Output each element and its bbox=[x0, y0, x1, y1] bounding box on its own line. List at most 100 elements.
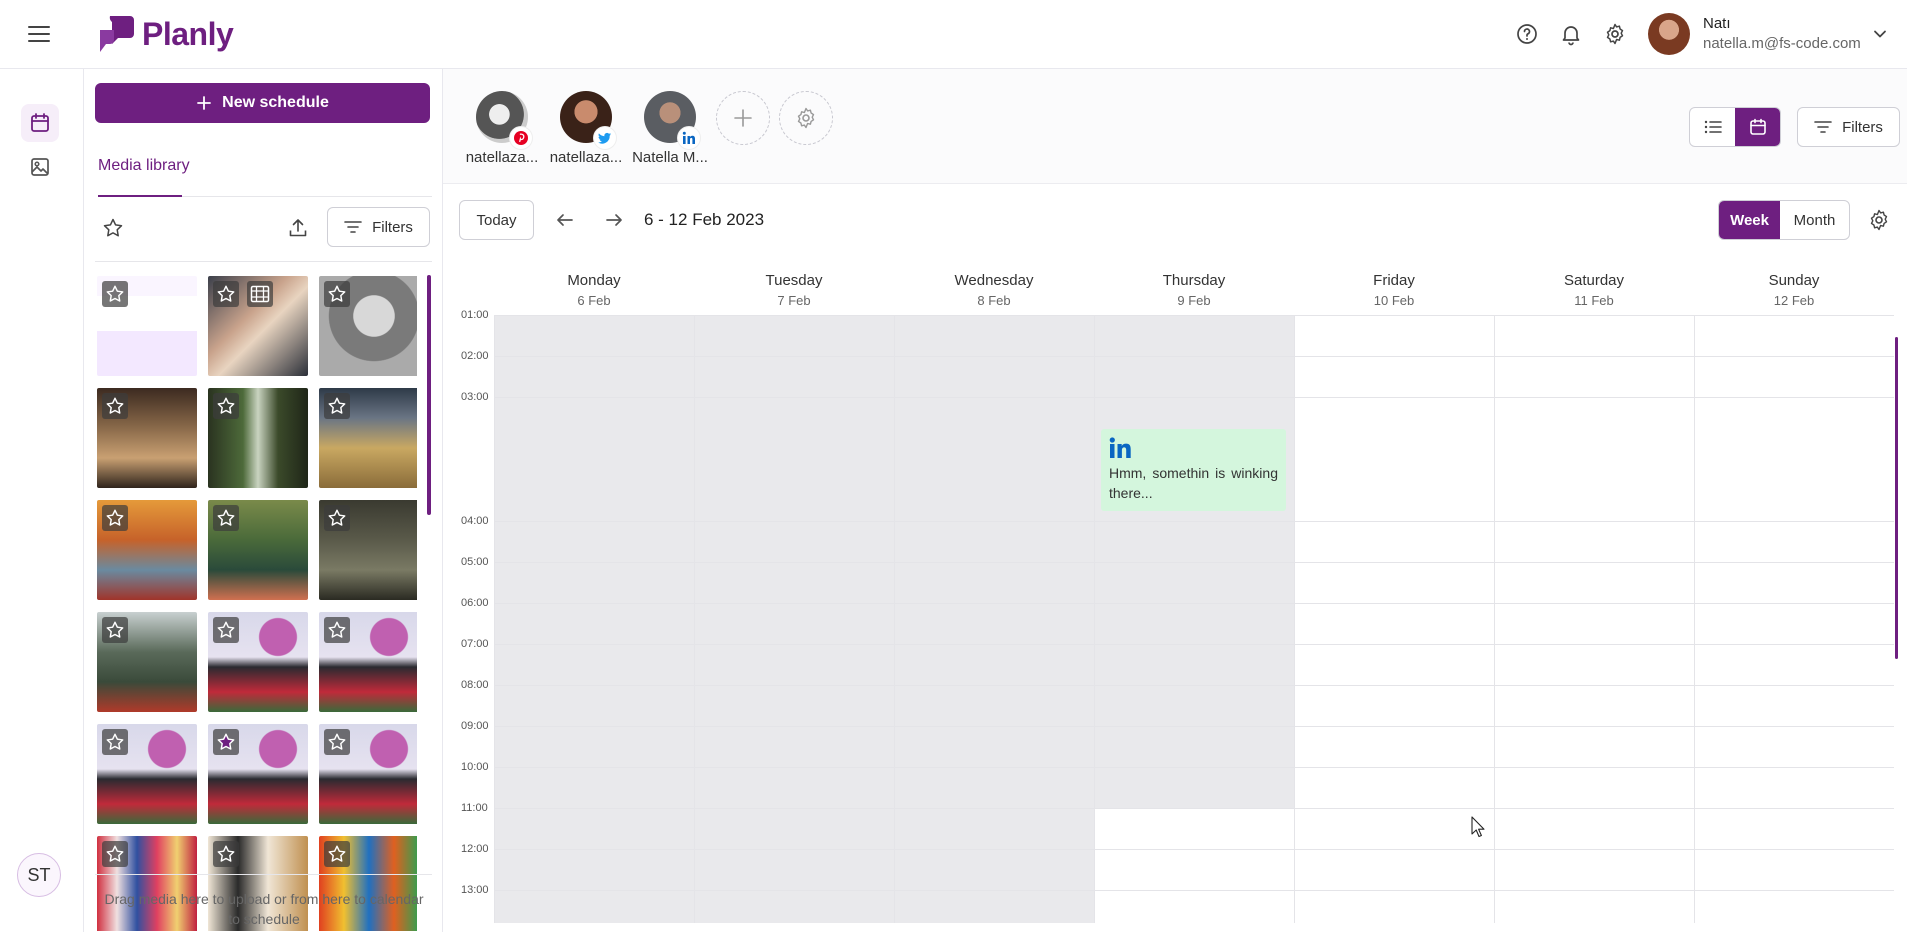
calendar-filters-button[interactable]: Filters bbox=[1797, 107, 1900, 147]
hour-label: 12:00 bbox=[461, 843, 489, 855]
add-account-button[interactable] bbox=[716, 91, 770, 145]
pinterest-icon bbox=[510, 127, 532, 149]
hour-label: 13:00 bbox=[461, 884, 489, 896]
media-thumbnail[interactable] bbox=[208, 276, 308, 376]
post-text: Hmm, somethin is winking there... bbox=[1109, 465, 1278, 501]
user-avatar[interactable] bbox=[1648, 13, 1690, 55]
hour-label: 10:00 bbox=[461, 761, 489, 773]
star-icon[interactable] bbox=[213, 393, 239, 419]
hour-gridline bbox=[494, 644, 1894, 645]
gear-icon[interactable] bbox=[1867, 208, 1891, 232]
arrow-right-icon[interactable] bbox=[602, 208, 626, 232]
star-icon[interactable] bbox=[102, 841, 128, 867]
day-date: 10 Feb bbox=[1373, 293, 1415, 308]
hour-gridline bbox=[494, 685, 1894, 686]
day-name: Tuesday bbox=[765, 272, 823, 289]
star-filter-icon[interactable] bbox=[102, 217, 124, 239]
media-filters-button[interactable]: Filters bbox=[327, 207, 430, 247]
drop-divider bbox=[95, 874, 432, 875]
gear-icon[interactable] bbox=[1603, 22, 1627, 46]
drop-hint: Drag media here to upload or from here t… bbox=[104, 891, 424, 927]
rail-item-media[interactable] bbox=[21, 148, 59, 186]
star-icon[interactable] bbox=[213, 505, 239, 531]
star-icon[interactable] bbox=[213, 729, 239, 755]
tab-media-library[interactable]: Media library bbox=[98, 157, 190, 175]
day-name: Friday bbox=[1373, 272, 1415, 289]
hour-gridline bbox=[494, 890, 1894, 891]
arrow-left-icon[interactable] bbox=[553, 208, 577, 232]
star-icon[interactable] bbox=[102, 393, 128, 419]
day-gridline bbox=[694, 315, 695, 923]
rail-item-calendar[interactable] bbox=[21, 104, 59, 142]
hour-label: 03:00 bbox=[461, 391, 489, 403]
media-thumbnail[interactable] bbox=[319, 276, 417, 376]
media-thumbnail[interactable] bbox=[319, 612, 417, 712]
day-header: Monday 6 Feb bbox=[494, 272, 694, 308]
upload-icon[interactable] bbox=[287, 217, 309, 239]
hour-gridline bbox=[494, 315, 1894, 316]
plus-icon bbox=[197, 96, 212, 110]
star-icon[interactable] bbox=[324, 729, 350, 755]
star-icon[interactable] bbox=[102, 281, 128, 307]
help-circle-icon[interactable] bbox=[1515, 22, 1539, 46]
media-thumbnail[interactable] bbox=[208, 612, 308, 712]
day-header: Friday 10 Feb bbox=[1294, 272, 1494, 308]
linkedin-icon bbox=[678, 127, 700, 149]
star-icon[interactable] bbox=[213, 617, 239, 643]
new-schedule-button[interactable]: New schedule bbox=[95, 83, 430, 123]
media-thumbnail[interactable] bbox=[319, 500, 417, 600]
app-logo[interactable]: Planly bbox=[96, 12, 234, 56]
star-icon[interactable] bbox=[102, 505, 128, 531]
menu-icon[interactable] bbox=[25, 22, 53, 46]
media-thumbnail[interactable] bbox=[97, 276, 197, 376]
media-thumbnail[interactable] bbox=[319, 388, 417, 488]
star-icon[interactable] bbox=[213, 281, 239, 307]
star-icon[interactable] bbox=[213, 841, 239, 867]
chevron-down-icon[interactable] bbox=[1870, 24, 1890, 44]
workspace-avatar[interactable]: ST bbox=[17, 853, 61, 897]
day-name: Sunday bbox=[1768, 272, 1820, 289]
hour-gridline bbox=[494, 397, 1894, 398]
linkedin-icon bbox=[1109, 437, 1131, 458]
media-thumbnail[interactable] bbox=[97, 612, 197, 712]
account-settings-button[interactable] bbox=[779, 91, 833, 145]
calendar-icon bbox=[31, 113, 49, 132]
star-icon[interactable] bbox=[324, 617, 350, 643]
day-header: Wednesday 8 Feb bbox=[894, 272, 1094, 308]
star-icon[interactable] bbox=[324, 841, 350, 867]
month-button[interactable]: Month bbox=[1780, 201, 1849, 239]
hour-label: 02:00 bbox=[461, 350, 489, 362]
media-grid bbox=[97, 276, 417, 931]
user-name: Natı bbox=[1703, 15, 1731, 32]
video-icon bbox=[247, 281, 273, 307]
star-icon[interactable] bbox=[324, 281, 350, 307]
media-thumbnail[interactable] bbox=[97, 388, 197, 488]
week-button[interactable]: Week bbox=[1719, 201, 1781, 239]
hour-label: 01:00 bbox=[461, 309, 489, 321]
day-name: Wednesday bbox=[954, 272, 1034, 289]
media-panel: New schedule Media library Filters Drag … bbox=[84, 69, 443, 932]
bell-icon[interactable] bbox=[1559, 22, 1583, 46]
media-thumbnail[interactable] bbox=[97, 724, 197, 824]
app-name: Planly bbox=[142, 15, 234, 52]
media-thumbnail[interactable] bbox=[208, 500, 308, 600]
calendar-view-button[interactable] bbox=[1735, 108, 1780, 146]
media-scrollbar[interactable] bbox=[427, 275, 431, 515]
scheduled-post-card[interactable]: Hmm, somethin is winking there... bbox=[1101, 429, 1286, 511]
account-name: natellaza... bbox=[549, 149, 623, 166]
plus-icon bbox=[734, 109, 752, 127]
day-header: Thursday 9 Feb bbox=[1094, 272, 1294, 308]
star-icon[interactable] bbox=[324, 505, 350, 531]
list-view-button[interactable] bbox=[1690, 108, 1735, 146]
today-button[interactable]: Today bbox=[459, 200, 534, 240]
star-icon[interactable] bbox=[324, 393, 350, 419]
top-bar: Planly Natı natella.m@fs-code.com bbox=[0, 0, 1907, 69]
star-icon[interactable] bbox=[102, 617, 128, 643]
hour-gridline bbox=[494, 767, 1894, 768]
calendar-scrollbar[interactable] bbox=[1895, 337, 1898, 659]
media-thumbnail[interactable] bbox=[208, 388, 308, 488]
media-thumbnail[interactable] bbox=[97, 500, 197, 600]
media-thumbnail[interactable] bbox=[208, 724, 308, 824]
star-icon[interactable] bbox=[102, 729, 128, 755]
media-thumbnail[interactable] bbox=[319, 724, 417, 824]
